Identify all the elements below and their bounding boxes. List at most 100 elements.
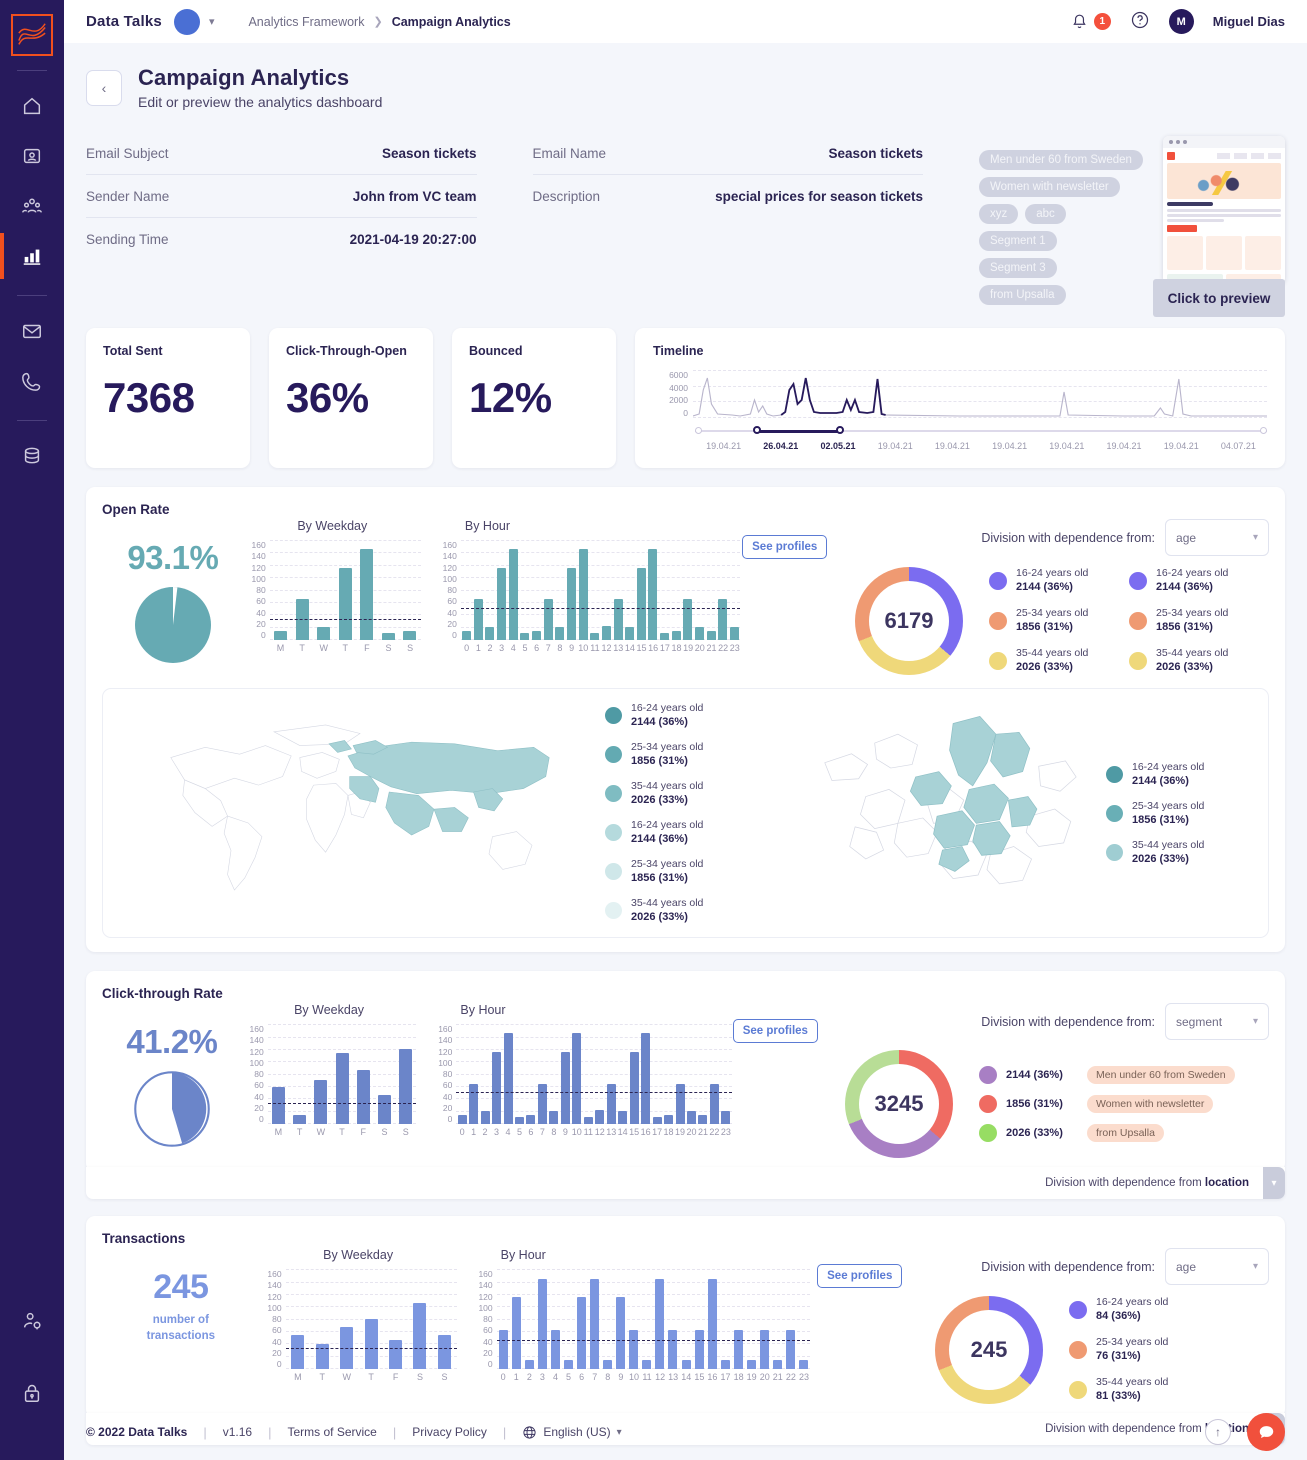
footer-terms-link[interactable]: Terms of Service [287,1425,376,1439]
bars [286,1269,457,1370]
email-preview[interactable]: Click to preview [1153,136,1285,317]
legend-text: 16-24 years old 84 (36%) [1096,1296,1169,1323]
legend-text: 25-34 years old 1856 (31%) [1132,799,1205,826]
legend-item: 25-34 years old 1856 (31%) [989,606,1129,635]
breadcrumb-root[interactable]: Analytics Framework [248,15,364,29]
bars [461,540,741,640]
slider-handle-left[interactable] [753,426,762,434]
x-axis: MTWTFSS [274,1127,409,1138]
average-line [285,1348,457,1350]
donut-center-value: 6179 [884,607,934,633]
chat-support-button[interactable] [1247,1413,1285,1451]
bars [268,1024,417,1125]
top-bar: Data Talks ▾ Analytics Framework ❯ Campa… [64,0,1307,43]
legend-item: 25-34 years old 1856 (31%) [605,857,785,886]
notification-badge: 1 [1093,13,1111,30]
meta-row: Sender Name John from VC team [86,175,477,218]
division-select-age[interactable]: age ▾ [1165,519,1270,556]
legend-value: 2026 (33%) [1006,1127,1063,1140]
segment-tag[interactable]: Men under 60 from Sweden [979,150,1143,170]
sidebar-item-database[interactable] [0,431,64,481]
see-profiles-button-open-rate[interactable]: See profiles [742,535,828,559]
europe-map-legend: 16-24 years old 2144 (36%) 25-34 years ol… [1106,701,1256,925]
sidebar-divider-2 [17,295,47,296]
legend-item: 16-24 years old 84 (36%) [1069,1295,1269,1324]
segment-tag[interactable]: Segment 3 [979,258,1057,278]
ctr-donut-wrap: 3245 [819,1050,979,1159]
segment-tags: Men under 60 from Sweden Women with news… [979,132,1143,305]
legend-text: 35-44 years old 2026 (33%) [1156,647,1229,674]
slider-start-endpoint[interactable] [695,427,702,434]
average-line [460,608,741,609]
legend-item: 2026 (33%) from Upsalla [979,1124,1269,1143]
transactions-weekday-chart: By Weekday 160 140 120 100 80 60 40 20 0 MTWTFSS [260,1248,457,1404]
kpi-label: Total Sent [103,344,163,358]
user-avatar[interactable]: M [1168,9,1194,34]
notifications-button[interactable]: 1 [1070,12,1111,31]
slider-handle-right[interactable] [835,426,844,434]
segment-tag[interactable]: xyz [979,204,1019,224]
workspace-chevron-down-icon[interactable]: ▾ [209,15,215,28]
app-logo[interactable] [11,14,53,56]
slider-selection [757,429,841,433]
legend-item: 35-44 years old 2026 (33%) [1106,838,1256,867]
europe-map[interactable] [785,701,1106,925]
plot-area [285,1269,457,1370]
kpi-value: 36% [286,374,369,421]
workspace-avatar[interactable] [173,8,200,35]
expand-chevron-down-icon[interactable]: ▾ [1263,1167,1285,1200]
sidebar-item-user-settings[interactable] [0,1296,64,1346]
breadcrumb-separator-icon: ❯ [373,16,383,28]
segment-tag[interactable]: Segment 1 [979,231,1057,251]
segment-tag[interactable]: from Upsalla [979,285,1066,305]
back-button[interactable]: ‹ [86,69,122,106]
segment-tag[interactable]: Women with newsletter [979,177,1120,197]
sidebar-item-security[interactable] [0,1368,64,1418]
breadcrumb-current: Campaign Analytics [391,14,511,29]
plot-area [460,540,741,640]
footer-separator: | [392,1424,397,1440]
meta-key: Email Subject [86,146,169,161]
kpi-card-total-sent: Total Sent 7368 [86,328,250,468]
user-name[interactable]: Miguel Dias [1213,14,1285,29]
click-through-rate-section: Click-through Rate 41.2% By Weekday 160 1… [86,971,1285,1173]
click-to-preview-button[interactable]: Click to preview [1153,279,1285,317]
legend-text: 35-44 years old 2026 (33%) [1132,838,1205,865]
sidebar-item-contacts[interactable] [0,131,64,181]
open-rate-weekday-chart: By Weekday 160 140 120 100 80 60 40 20 0 MTWTFSS [244,519,421,675]
sidebar-item-home[interactable] [0,81,64,131]
legend-color-swatch [1069,1340,1087,1359]
sidebar-item-audiences[interactable] [0,181,64,231]
donut-center-value: 3245 [874,1091,924,1117]
legend-text: 16-24 years old 2144 (36%) [1156,567,1229,594]
bars [497,1269,811,1370]
see-profiles-button-ctr[interactable]: See profiles [732,1019,818,1044]
transactions-division-selector: Division with dependence from: age ▾ [909,1248,1269,1286]
segment-tag[interactable]: abc [1025,204,1066,224]
legend-text: 35-44 years old 2026 (33%) [1016,647,1089,674]
timeline-title: Timeline [653,344,704,358]
section-title-ctr: Click-through Rate [102,986,223,1002]
world-map[interactable] [115,701,605,925]
timeline-range-slider[interactable] [695,425,1267,437]
legend-color-swatch [605,863,622,881]
ctr-doughnut-chart: 3245 [845,1050,953,1159]
see-profiles-button-transactions[interactable]: See profiles [817,1264,903,1289]
x-tick: 04.07.21 [1220,441,1256,451]
meta-value: Season tickets [828,146,923,161]
x-tick: 19.04.21 [934,441,970,451]
timeline-plot [693,370,1267,418]
language-selector[interactable]: English (US) ▾ [522,1425,622,1440]
division-select-segment[interactable]: segment ▾ [1165,1003,1269,1041]
help-icon[interactable] [1130,10,1150,33]
sidebar-item-email[interactable] [0,306,64,356]
sidebar-item-phone[interactable] [0,356,64,406]
scroll-to-top-button[interactable]: ↑ [1205,1419,1231,1445]
footer-privacy-link[interactable]: Privacy Policy [412,1425,487,1439]
division-select-age-transactions[interactable]: age ▾ [1165,1248,1269,1286]
chevron-down-icon: ▾ [1252,1016,1258,1028]
ctr-location-collapsed-bar[interactable]: Division with dependence from location ▾ [86,1167,1285,1200]
slider-end-endpoint[interactable] [1260,427,1267,434]
sidebar-item-analytics[interactable] [0,231,64,281]
preview-titlebar [1163,136,1285,148]
